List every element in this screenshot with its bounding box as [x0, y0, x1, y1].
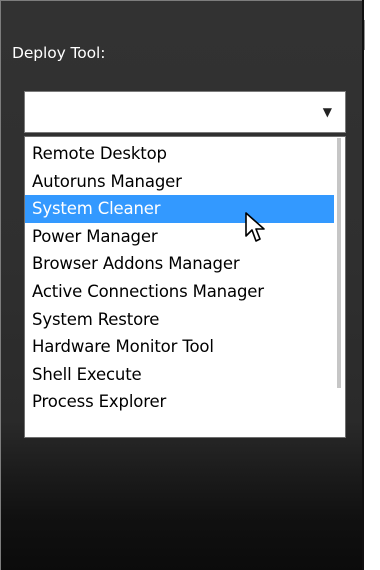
option-shell-execute[interactable]: Shell Execute	[25, 361, 335, 389]
chevron-down-icon[interactable]: ▼	[323, 104, 332, 120]
deploy-tool-panel: Deploy Tool: ▼ Remote Desktop Autoruns M…	[0, 0, 364, 570]
mouse-pointer-icon	[245, 212, 265, 242]
option-active-connections-manager[interactable]: Active Connections Manager	[25, 278, 335, 306]
deploy-tool-select[interactable]: ▼	[24, 91, 346, 133]
option-process-explorer[interactable]: Process Explorer	[25, 388, 335, 416]
option-browser-addons-manager[interactable]: Browser Addons Manager	[25, 250, 335, 278]
scrollbar-thumb[interactable]	[337, 138, 341, 388]
option-power-manager[interactable]: Power Manager	[25, 223, 335, 251]
option-system-cleaner[interactable]: System Cleaner	[25, 195, 335, 223]
option-hardware-monitor-tool[interactable]: Hardware Monitor Tool	[25, 333, 335, 361]
content-area	[364, 0, 380, 570]
deploy-tool-options: Remote Desktop Autoruns Manager System C…	[25, 140, 335, 416]
content-divider	[364, 20, 365, 50]
option-autoruns-manager[interactable]: Autoruns Manager	[25, 168, 335, 196]
deploy-tool-dropdown-list[interactable]: Remote Desktop Autoruns Manager System C…	[24, 136, 346, 438]
option-remote-desktop[interactable]: Remote Desktop	[25, 140, 335, 168]
list-scrollbar[interactable]	[334, 138, 344, 436]
option-system-restore[interactable]: System Restore	[25, 306, 335, 334]
deploy-tool-label: Deploy Tool:	[12, 44, 106, 62]
